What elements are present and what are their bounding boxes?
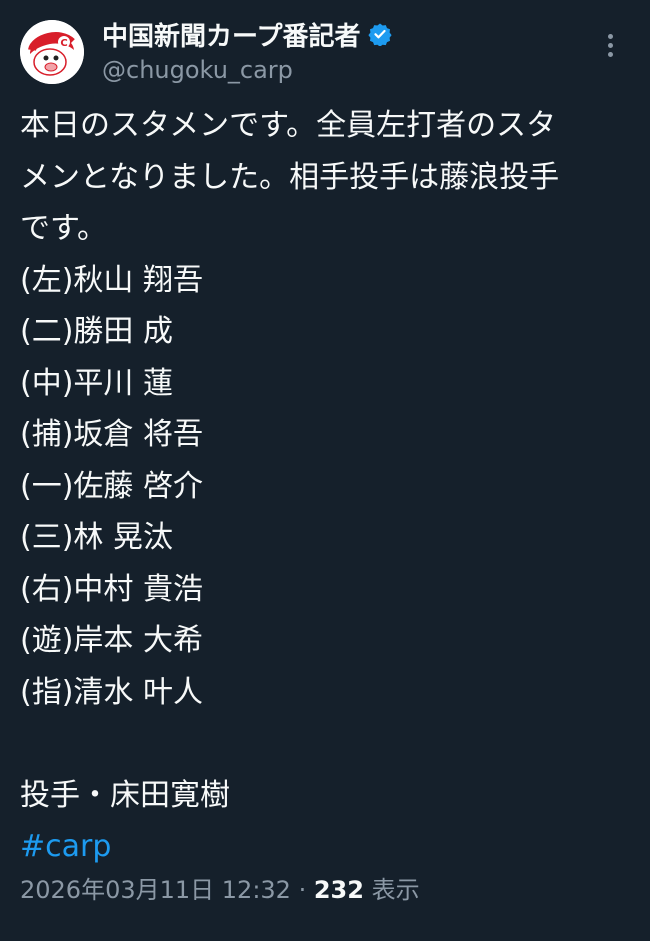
lineup-item: (左)秋山 翔吾	[20, 262, 203, 298]
display-name-row: 中国新聞カープ番記者	[102, 14, 393, 54]
lineup-item: (一)佐藤 啓介	[20, 468, 203, 504]
views-count: 232	[313, 876, 364, 904]
timestamp[interactable]: 2026年03月11日 12:32	[20, 876, 291, 904]
tweet-header: C 中国新聞カープ番記者 @chugoku_carp	[20, 14, 630, 86]
lineup-item: (指)清水 叶人	[20, 674, 203, 710]
lineup-item: (遊)岸本 大希	[20, 623, 203, 658]
lineup-item: (中)平川 蓮	[20, 365, 173, 401]
intro-line: です。	[20, 211, 107, 246]
tweet-body: 本日のスタメンです。全員左打者のスタ メンとなりました。相手投手は藤浪投手 です…	[20, 100, 630, 873]
lineup-item: (三)林 晃汰	[20, 520, 173, 555]
hashtag-line: #carp	[20, 821, 630, 873]
name-block: 中国新聞カープ番記者 @chugoku_carp	[102, 14, 393, 84]
display-name[interactable]: 中国新聞カープ番記者	[102, 16, 360, 53]
avatar[interactable]: C	[20, 20, 84, 84]
more-options-icon[interactable]	[600, 34, 620, 64]
meta-separator: ·	[290, 876, 314, 904]
lineup-item: (捕)坂倉 将吾	[20, 417, 203, 452]
pitcher-line: 投手・床田寛樹	[20, 777, 230, 813]
intro-line: メンとなりました。相手投手は藤浪投手	[20, 159, 560, 195]
tweet-meta: 2026年03月11日 12:32 · 232 表示	[20, 870, 420, 905]
verified-badge-icon	[368, 23, 393, 46]
lineup-item: (二)勝田 成	[20, 314, 173, 349]
handle[interactable]: @chugoku_carp	[102, 56, 392, 84]
views-label: 表示	[363, 876, 420, 904]
lineup-item: (右)中村 貴浩	[20, 571, 203, 607]
carp-mascot-icon: C	[20, 20, 84, 84]
intro-line: 本日のスタメンです。全員左打者のスタ	[20, 108, 557, 143]
svg-text:C: C	[60, 38, 67, 49]
hashtag-link[interactable]: #carp	[20, 829, 111, 864]
